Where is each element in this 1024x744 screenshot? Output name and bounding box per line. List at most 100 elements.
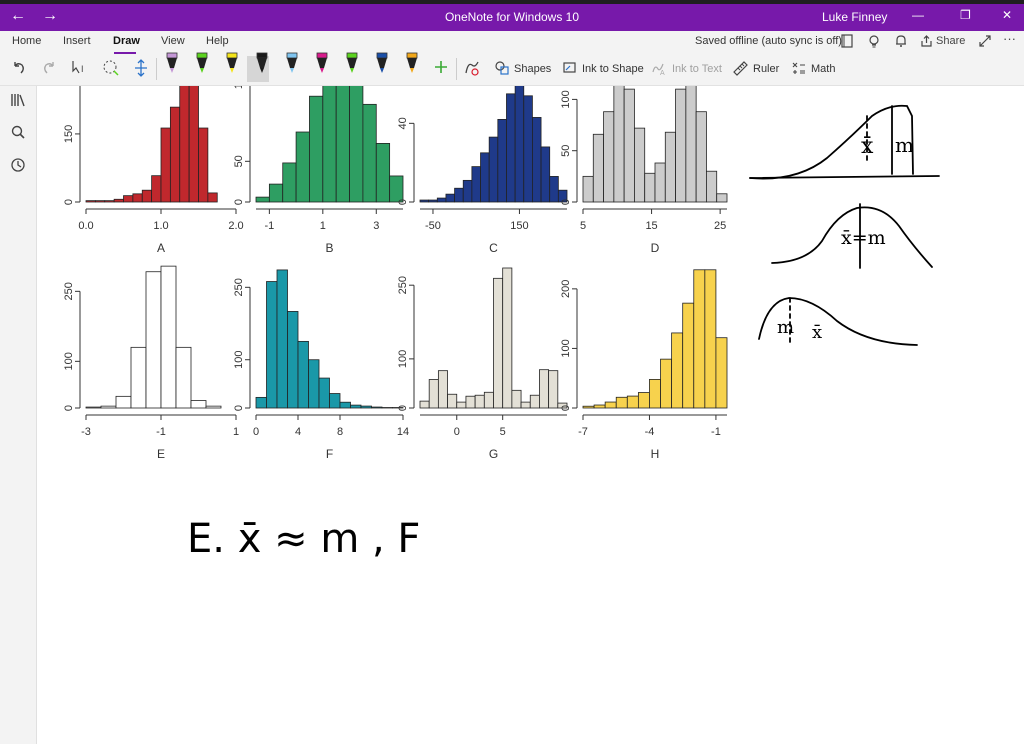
histogram-bar: [613, 86, 625, 203]
histogram-bar: [514, 86, 525, 203]
add-space-icon[interactable]: [132, 59, 150, 77]
histogram-bar: [548, 370, 559, 409]
tab-home[interactable]: Home: [12, 35, 41, 47]
histogram-bar: [113, 198, 124, 203]
tab-view[interactable]: View: [161, 35, 185, 47]
y-tick-label: 100: [560, 90, 572, 108]
note-canvas[interactable]: 01503000.01.02.0A050150-113B040-50150C05…: [37, 86, 1024, 744]
histogram-bar: [682, 302, 695, 409]
histogram-bar: [85, 200, 96, 203]
lasso-select-icon[interactable]: [102, 59, 120, 77]
y-tick-label: 100: [397, 350, 409, 368]
sketch1-mean-label: x̄: [861, 134, 874, 159]
type-select-icon[interactable]: I: [71, 59, 89, 77]
pen-icon[interactable]: [344, 52, 360, 78]
y-tick-label: 250: [397, 276, 409, 294]
pen-icon[interactable]: [404, 52, 420, 78]
add-pen-icon[interactable]: [434, 60, 448, 74]
histogram-bar: [704, 269, 717, 409]
pencil-icon[interactable]: [164, 52, 180, 78]
histogram-title: G: [489, 447, 498, 461]
pen-icon[interactable]: [374, 52, 390, 78]
sketch3-mean-label: x̄: [812, 322, 822, 343]
histogram-bar: [160, 127, 171, 203]
tab-help[interactable]: Help: [206, 35, 229, 47]
tab-insert[interactable]: Insert: [63, 35, 91, 47]
shapes-button[interactable]: Shapes: [514, 63, 551, 75]
notebook-icon[interactable]: [840, 34, 854, 48]
histogram-d: 0 50 100 5 15 25 D: [560, 86, 728, 255]
histogram-title: D: [651, 241, 660, 255]
math-button[interactable]: Math: [811, 63, 835, 75]
shapes-icon: [495, 61, 509, 75]
close-button[interactable]: ✕: [1002, 8, 1012, 22]
y-tick-label: 0: [63, 199, 75, 205]
search-icon[interactable]: [10, 124, 26, 140]
x-tick-label: 0: [454, 426, 460, 438]
minimize-button[interactable]: —: [912, 8, 924, 22]
histogram-bar: [360, 405, 372, 409]
histogram-bar: [664, 131, 676, 203]
ink-to-text-button[interactable]: Ink to Text: [672, 63, 722, 75]
histogram-title: B: [325, 241, 333, 255]
histogram-bar: [685, 86, 697, 203]
histogram-bar: [198, 127, 209, 203]
histogram-bar: [695, 111, 707, 203]
histogram-bar: [419, 199, 430, 203]
pen-icon[interactable]: [194, 52, 210, 78]
y-tick-label: 0: [233, 405, 245, 411]
undo-icon[interactable]: [11, 60, 27, 76]
histogram-bar: [141, 189, 153, 203]
histogram-bar: [85, 406, 102, 409]
histogram-bar: [649, 379, 661, 409]
sync-status: Saved offline (auto sync is off): [695, 35, 842, 47]
tab-draw[interactable]: Draw: [113, 35, 140, 47]
histogram-bar: [462, 179, 473, 203]
histogram-bar: [160, 265, 177, 409]
x-tick-label: -4: [645, 426, 655, 438]
more-options-button[interactable]: ···: [1003, 31, 1016, 46]
ink-to-shape-button[interactable]: Ink to Shape: [582, 63, 644, 75]
share-button[interactable]: Share: [936, 35, 965, 47]
sketch1-curve: [749, 104, 914, 180]
x-tick-label: 4: [295, 426, 301, 438]
histogram-bar: [483, 391, 494, 409]
notebooks-icon[interactable]: [10, 92, 26, 108]
histogram-bar: [615, 396, 628, 409]
maximize-button[interactable]: ❐: [960, 8, 971, 22]
highlighter-icon[interactable]: [224, 52, 240, 78]
y-tick-label: 150: [233, 86, 245, 89]
histogram-bar: [188, 86, 199, 203]
histogram-a: 01503000.01.02.0A: [63, 86, 244, 255]
histogram-bar: [480, 152, 490, 203]
y-tick-label: 40: [397, 117, 409, 129]
histogram-bar: [428, 379, 439, 409]
histogram-bar: [532, 117, 542, 203]
x-tick-label: 0: [253, 426, 259, 438]
x-tick-label: 3: [373, 220, 379, 232]
recent-notes-icon[interactable]: [10, 157, 26, 173]
histogram-bar: [523, 95, 533, 203]
y-tick-label: 200: [560, 280, 572, 298]
highlighter-icon[interactable]: [284, 52, 300, 78]
ruler-button[interactable]: Ruler: [753, 63, 779, 75]
pen-icon[interactable]: [314, 52, 330, 78]
x-tick-label: -1: [156, 426, 166, 438]
bell-icon[interactable]: [894, 34, 908, 48]
histogram-bar: [205, 405, 222, 409]
histogram-bar: [179, 86, 190, 203]
redo-icon[interactable]: [41, 60, 57, 76]
navigation-sidebar: [0, 86, 37, 744]
histogram-bar: [389, 175, 404, 203]
histogram-c: 0 40 -50 150 C: [397, 86, 568, 255]
user-name[interactable]: Luke Finney: [822, 10, 887, 24]
pen-icon[interactable]: [254, 52, 270, 78]
histogram-title: H: [651, 447, 660, 461]
histogram-bar: [540, 146, 551, 203]
y-tick-label: 0: [560, 199, 572, 205]
ink-replay-icon[interactable]: [463, 59, 481, 77]
lightbulb-icon[interactable]: [867, 34, 881, 48]
histogram-e: 0 100 250 -3 -1 1 E: [63, 265, 239, 461]
histogram-bar: [623, 88, 635, 203]
fullscreen-icon[interactable]: [978, 34, 992, 48]
